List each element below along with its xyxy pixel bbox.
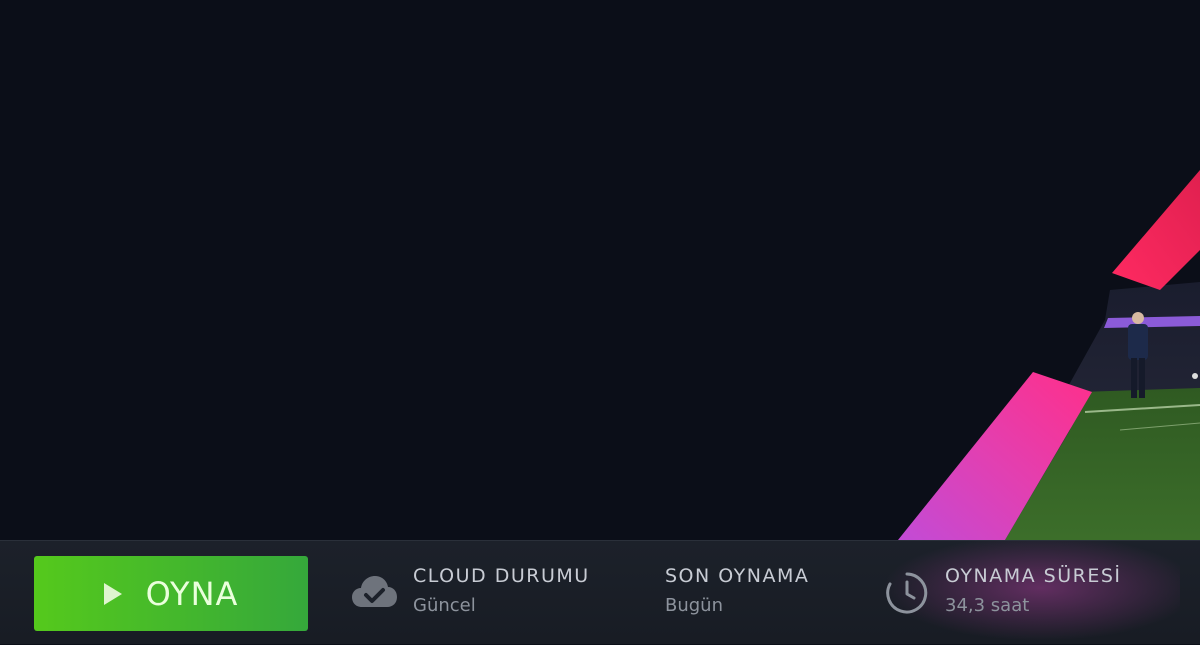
play-time: OYNAMA SÜRESİ 34,3 saat xyxy=(885,565,1165,623)
cloud-status[interactable]: CLOUD DURUMU Güncel xyxy=(350,565,630,623)
red-accent-stripe xyxy=(1112,170,1200,290)
last-played-value: Bugün xyxy=(665,595,723,616)
cloud-status-title: CLOUD DURUMU xyxy=(413,565,590,587)
last-played: SON OYNAMA Bugün xyxy=(665,565,855,623)
hero-artwork xyxy=(898,170,1200,540)
cloud-check-icon xyxy=(350,573,398,617)
play-button[interactable]: OYNA xyxy=(34,556,308,631)
play-time-title: OYNAMA SÜRESİ xyxy=(945,565,1122,587)
last-played-title: SON OYNAMA xyxy=(665,565,810,587)
play-button-label: OYNA xyxy=(145,574,239,613)
game-action-bar: OYNA CLOUD DURUMU Güncel SON OYNAMA Bugü… xyxy=(0,540,1200,645)
cloud-status-value: Güncel xyxy=(413,595,476,616)
play-time-value: 34,3 saat xyxy=(945,595,1030,616)
game-hero-banner xyxy=(0,0,1200,540)
stadium-ad-board xyxy=(1104,316,1200,328)
crowd-detail xyxy=(1192,373,1198,379)
clock-icon xyxy=(885,572,929,619)
play-icon xyxy=(103,582,122,605)
